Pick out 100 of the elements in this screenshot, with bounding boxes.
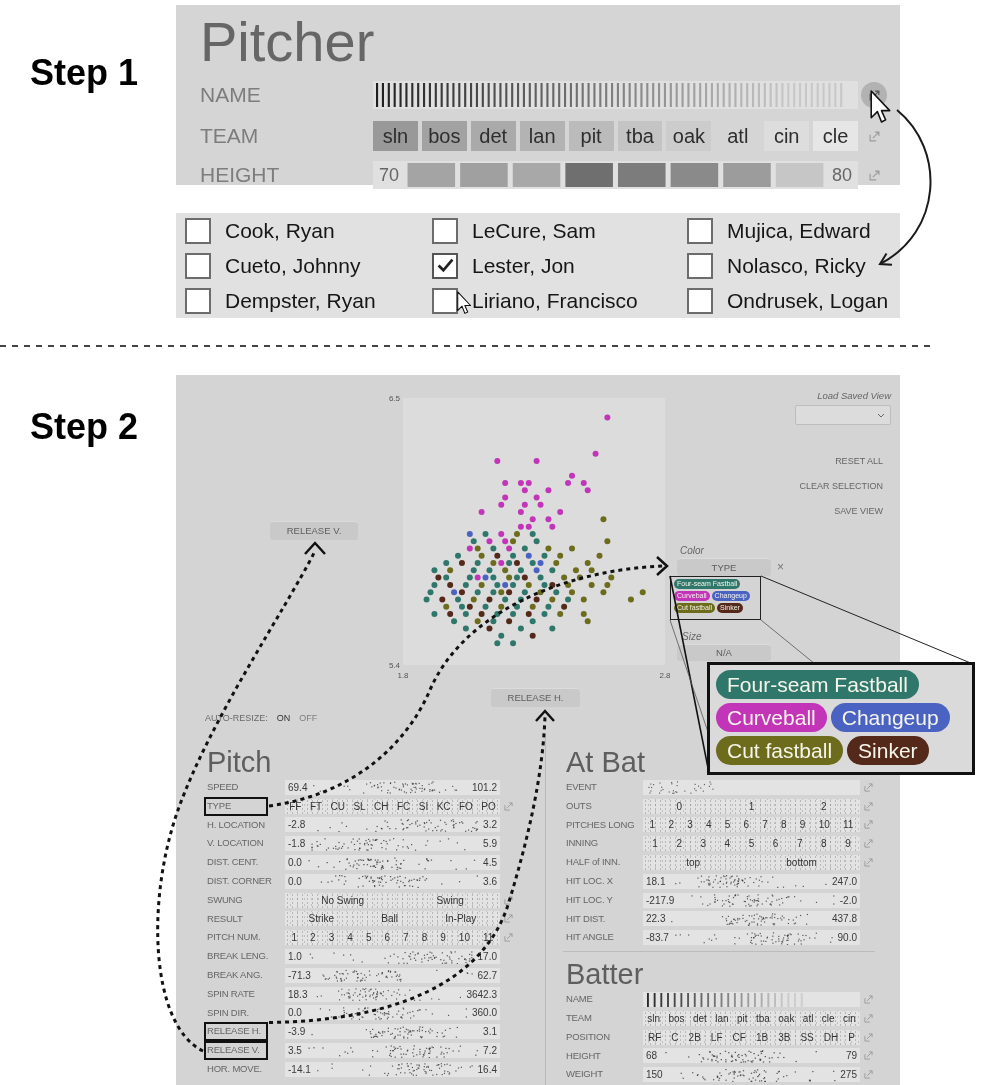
category-option[interactable]: top (686, 857, 701, 869)
expand-icon[interactable] (504, 914, 513, 924)
pitcher-name[interactable]: Lester, Jon (472, 253, 575, 278)
category-option[interactable]: 1 (652, 838, 658, 850)
category-option[interactable]: PO (481, 800, 496, 812)
category-option[interactable]: 8 (421, 932, 428, 944)
category-option[interactable]: 4 (724, 838, 731, 850)
checkbox[interactable] (687, 252, 713, 279)
category-option[interactable]: 7 (403, 932, 409, 944)
pitcher-name[interactable]: Nolasco, Ricky (727, 253, 866, 278)
range-filter[interactable]: 3.5 7.2 (285, 1043, 500, 1059)
category-option[interactable]: FO (459, 800, 473, 812)
range-filter[interactable]: 70 80 (373, 161, 858, 189)
category-option[interactable]: tba (756, 1012, 770, 1024)
saved-view-dropdown[interactable] (795, 405, 891, 425)
category-option[interactable]: In-Play (445, 913, 477, 925)
category-filter[interactable]: 1 2 3 4 5 6 7 8 9 10 11 (285, 930, 500, 946)
checkbox[interactable] (185, 252, 211, 279)
category-option[interactable]: CU (330, 800, 345, 812)
range-filter[interactable]: 0.0 3.6 (285, 873, 500, 889)
category-option[interactable]: 11 (483, 932, 494, 944)
range-filter[interactable]: 18.3 3642.3 (285, 986, 500, 1002)
category-option[interactable]: det (692, 1012, 707, 1024)
category-option[interactable]: 5 (365, 932, 372, 944)
category-option[interactable]: 9 (440, 932, 446, 944)
checkbox[interactable] (185, 287, 211, 314)
category-filter[interactable]: 1 2 3 4 5 6 7 8 9 10 11 (643, 817, 860, 833)
action-link[interactable]: RESET ALL (835, 456, 883, 466)
category-option[interactable]: 3B (778, 1031, 791, 1043)
category-option[interactable]: 1 (649, 819, 656, 831)
category-filter[interactable]: 1 2 3 4 5 6 7 8 9 (643, 836, 860, 852)
team-option[interactable]: bos (421, 121, 467, 151)
category-option[interactable]: 8 (821, 838, 827, 850)
range-filter[interactable]: -83.7 90.0 (643, 930, 860, 946)
team-option[interactable]: det (470, 121, 516, 151)
checkbox[interactable] (432, 252, 458, 279)
category-option[interactable]: 1 (748, 800, 755, 812)
category-option[interactable]: Ball (381, 913, 399, 925)
range-filter[interactable]: 0.0 4.5 (285, 855, 500, 871)
team-option[interactable]: lan (519, 121, 565, 151)
category-option[interactable]: KC (436, 800, 451, 812)
range-filter[interactable]: -1.8 5.9 (285, 836, 500, 852)
category-option[interactable]: C (671, 1031, 679, 1043)
category-option[interactable]: 4 (347, 932, 353, 944)
category-option[interactable]: 5 (748, 838, 755, 850)
category-option[interactable]: bos (668, 1012, 685, 1024)
checkbox[interactable] (687, 217, 713, 244)
team-option[interactable]: oak (666, 121, 712, 151)
category-option[interactable]: 2 (310, 932, 316, 944)
category-option[interactable]: 6 (772, 838, 779, 850)
category-option[interactable]: 3 (328, 932, 335, 944)
checkbox[interactable] (432, 287, 458, 314)
encoding-field-button[interactable]: TYPE (677, 558, 771, 576)
range-filter[interactable]: 68 79 (643, 1048, 860, 1064)
team-option[interactable]: cin (764, 121, 810, 151)
category-option[interactable]: 10 (818, 819, 830, 831)
category-option[interactable]: FC (397, 800, 411, 812)
category-option[interactable]: 0 (676, 800, 682, 812)
category-option[interactable]: DH (823, 1031, 839, 1043)
category-option[interactable]: 9 (845, 838, 851, 850)
category-option[interactable]: 2 (821, 800, 827, 812)
category-option[interactable]: SL (353, 800, 366, 812)
category-option[interactable]: LF (710, 1031, 723, 1043)
event-filter[interactable] (643, 779, 860, 795)
category-option[interactable]: 4 (705, 819, 712, 831)
category-option[interactable]: RF (648, 1031, 662, 1043)
category-option[interactable]: 9 (799, 819, 806, 831)
category-option[interactable]: Swing (436, 894, 464, 906)
category-option[interactable]: SI (418, 800, 429, 812)
category-option[interactable]: 7 (762, 819, 768, 831)
range-filter[interactable]: 0.0 360.0 (285, 1005, 500, 1021)
category-option[interactable]: FT (309, 800, 323, 812)
team-option[interactable]: tba (617, 121, 663, 151)
category-option[interactable]: 1B (755, 1031, 769, 1043)
category-option[interactable]: bottom (786, 857, 817, 869)
team-option[interactable]: sln (373, 121, 418, 151)
range-filter[interactable]: -14.1 16.4 (285, 1061, 500, 1077)
category-option[interactable]: No Swing (321, 894, 365, 906)
range-filter[interactable]: 150 275 (643, 1067, 860, 1083)
category-option[interactable]: lan (715, 1012, 729, 1024)
name-filter[interactable] (373, 81, 858, 109)
category-filter[interactable]: FF FT CU SL CH FC SI KC FO PO (285, 798, 500, 814)
category-option[interactable]: CH (374, 800, 389, 812)
range-filter[interactable]: 69.4 101.2 (285, 779, 500, 795)
x-axis-button[interactable]: RELEASE H. (491, 688, 580, 707)
category-option[interactable]: oak (778, 1012, 795, 1024)
expand-icon[interactable] (504, 895, 513, 905)
range-filter[interactable]: -2.8 3.2 (285, 817, 500, 833)
range-filter[interactable]: -217.9 -2.0 (643, 892, 860, 908)
y-axis-button[interactable]: RELEASE V. (270, 521, 358, 540)
category-option[interactable]: Strike (308, 913, 335, 925)
category-option[interactable]: CF (732, 1031, 746, 1043)
category-option[interactable]: 10 (458, 932, 470, 944)
team-option[interactable]: pit (568, 121, 614, 151)
category-option[interactable]: 6 (384, 932, 391, 944)
action-link[interactable]: CLEAR SELECTION (799, 481, 883, 491)
pitcher-name[interactable]: Cueto, Johnny (225, 253, 361, 278)
pitcher-name[interactable]: Mujica, Edward (727, 218, 871, 243)
pitcher-name[interactable]: Dempster, Ryan (225, 288, 376, 313)
category-filter[interactable]: Strike Ball In-Play (285, 911, 500, 927)
